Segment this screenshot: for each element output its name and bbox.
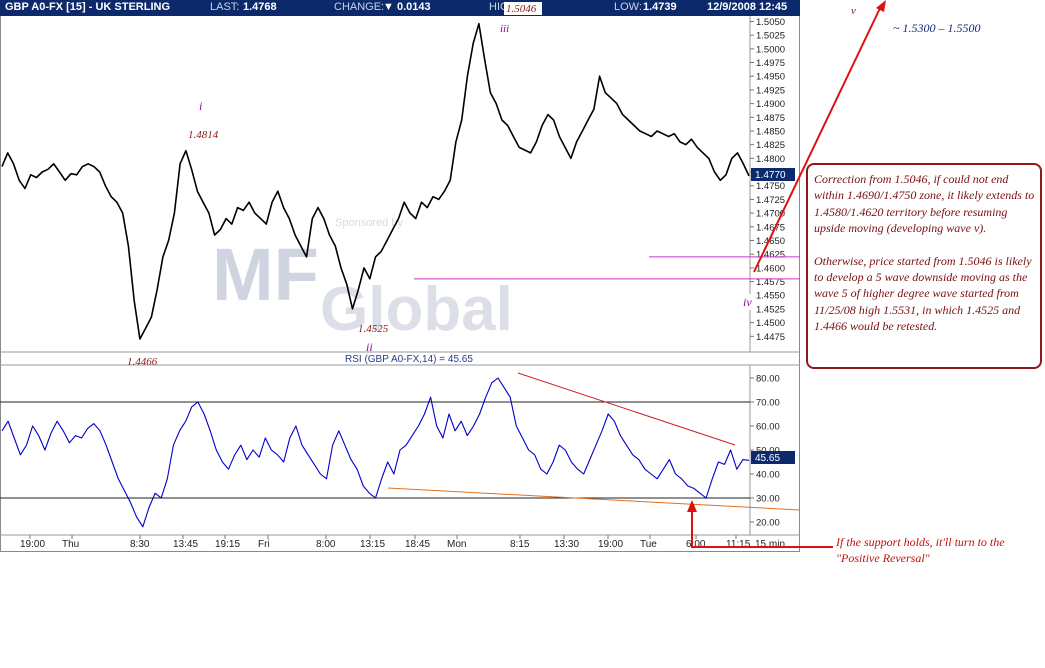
wave-ii-label: ii bbox=[366, 340, 373, 354]
time-tick-label: Mon bbox=[447, 539, 466, 550]
time-tick-label: 6:00 bbox=[686, 539, 706, 550]
last-rsi-tag-text: 45.65 bbox=[755, 453, 780, 464]
rsi-tick-label: 80.00 bbox=[756, 374, 780, 385]
time-tick-label: Fri bbox=[258, 539, 270, 550]
price-tick-label: 1.4675 bbox=[756, 222, 785, 233]
time-tick-label: 13:45 bbox=[173, 539, 198, 550]
price-tick-label: 1.4525 bbox=[756, 304, 785, 315]
time-tick-label: 8:15 bbox=[510, 539, 530, 550]
price-i-label: 1.4814 bbox=[188, 129, 219, 141]
time-tick-label: Tue bbox=[640, 539, 657, 550]
last-rsi-tag: 45.65 bbox=[751, 451, 795, 464]
rsi-title: RSI (GBP A0-FX,14) = 45.65 bbox=[345, 354, 473, 365]
rsi-tick-label: 70.00 bbox=[756, 398, 780, 409]
arrow-up-icon bbox=[687, 500, 697, 512]
time-tick-label: 19:00 bbox=[20, 539, 45, 550]
watermark-logo-global: Global bbox=[320, 275, 513, 344]
price-tick-label: 1.4975 bbox=[756, 58, 785, 69]
wave-iv-label: iv bbox=[743, 295, 752, 309]
time-tick-label: 19:00 bbox=[598, 539, 623, 550]
time-tick-label: 8:30 bbox=[130, 539, 150, 550]
rsi-tick-label: 20.00 bbox=[756, 518, 780, 529]
callout-paragraph-1: Correction from 1.5046, if could not end… bbox=[814, 172, 1035, 236]
price-tick-label: 1.4750 bbox=[756, 181, 785, 192]
watermark-logo-mf: MF bbox=[212, 233, 319, 316]
price-tick-label: 1.4800 bbox=[756, 154, 785, 165]
price-tick-label: 1.4875 bbox=[756, 113, 785, 124]
rsi-reference-lines bbox=[0, 401, 750, 499]
time-tick-label: 8:00 bbox=[316, 539, 336, 550]
callout-paragraph-2: Otherwise, price started from 1.5046 is … bbox=[814, 253, 1032, 334]
price-low-label: 1.4466 bbox=[127, 356, 158, 368]
time-tick-label: 11:15 bbox=[726, 539, 751, 550]
time-tick-label: 18:45 bbox=[405, 539, 430, 550]
price-tick-label: 1.4950 bbox=[756, 72, 785, 83]
rsi-tick-label: 30.00 bbox=[756, 494, 780, 505]
wave-v-label: v bbox=[851, 5, 856, 17]
time-axis: 19:00 Thu 8:30 13:45 19:15 Fri 8:00 13:15 18:45 M… bbox=[20, 535, 788, 550]
price-tick-label: 1.4825 bbox=[756, 140, 785, 151]
price-tick-label: 1.5000 bbox=[756, 44, 785, 55]
time-unit-label: 15 min. bbox=[755, 539, 788, 550]
time-tick-label: 13:15 bbox=[360, 539, 385, 550]
time-tick-label: 19:15 bbox=[215, 539, 240, 550]
last-price-tag: 1.4770 bbox=[751, 168, 795, 181]
price-tick-label: 1.4600 bbox=[756, 263, 785, 274]
price-tick-label: 1.4850 bbox=[756, 126, 785, 137]
price-tick-label: 1.4725 bbox=[756, 195, 785, 206]
price-iii-label: 1.5046 bbox=[506, 3, 537, 15]
arrow-head-icon bbox=[876, 0, 886, 12]
time-tick-label: Thu bbox=[62, 539, 79, 550]
analysis-callout: Correction from 1.5046, if could not end… bbox=[806, 163, 1042, 369]
price-tick-label: 1.4500 bbox=[756, 318, 785, 329]
rsi-lower-trendline bbox=[387, 487, 801, 511]
price-ii-label: 1.4525 bbox=[358, 323, 389, 335]
last-price-tag-text: 1.4770 bbox=[755, 170, 786, 181]
wave-iii-label: iii bbox=[500, 23, 509, 35]
price-tick-label: 1.4550 bbox=[756, 291, 785, 302]
rsi-tick-label: 60.00 bbox=[756, 422, 780, 433]
price-tick-label: 1.4475 bbox=[756, 332, 785, 343]
price-tick-label: 1.4925 bbox=[756, 85, 785, 96]
time-tick-label: 13:30 bbox=[554, 539, 579, 550]
rsi-upper-trendline bbox=[517, 372, 736, 446]
price-tick-label: 1.5025 bbox=[756, 31, 785, 42]
wave-i-label: i bbox=[199, 99, 202, 113]
rsi-series bbox=[1, 377, 750, 528]
price-tick-label: 1.4900 bbox=[756, 99, 785, 110]
price-tick-label: 1.5050 bbox=[756, 17, 785, 28]
support-note: If the support holds, it'll turn to the … bbox=[836, 535, 1005, 565]
rsi-line bbox=[1, 377, 750, 528]
rsi-tick-label: 40.00 bbox=[756, 470, 780, 481]
target-label: ~ 1.5300 – 1.5500 bbox=[893, 21, 981, 35]
